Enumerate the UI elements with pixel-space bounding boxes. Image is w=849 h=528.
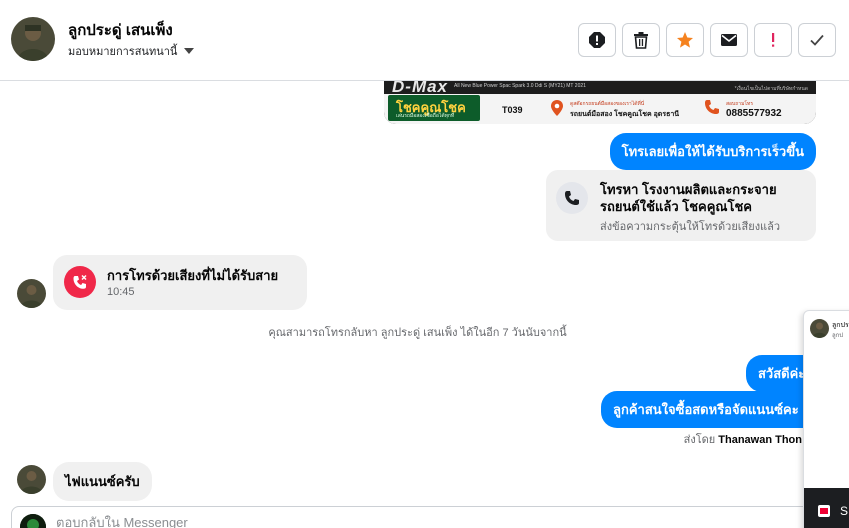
call-card-subtitle: ส่งข้อความกระตุ้นให้โทรด้วยเสียงแล้ว [600, 221, 781, 233]
star-button[interactable] [666, 23, 704, 57]
sent-by-name: Thanawan Thon [718, 434, 802, 446]
dealer-logo-sub: เล่นรถมือสองเชื่อถือได้ทุกที่ [396, 113, 455, 119]
banner-tagline: All New Blue Power Spac Spark 3.0 Ddi S … [454, 83, 586, 89]
banner-note: *เงื่อนไขเป็นไปตามที่บริษัทกำหนด [734, 86, 808, 92]
exclamation-icon [772, 33, 775, 47]
popup-contact-preview: ลูกป [832, 333, 844, 339]
message-bubble-outgoing[interactable]: ลูกค้าสนใจซื้อสดหรือจัดแนนซ์คะ [601, 391, 811, 428]
reply-composer [11, 506, 841, 528]
caret-down-icon [184, 48, 195, 54]
assign-conversation-dropdown[interactable]: มอบหมายการสนทนานี้ [68, 42, 195, 60]
follow-up-button[interactable] [754, 23, 792, 57]
banner-address-label: ดูสต๊อกรถยนต์มือสองของเราได้ที่นี่ [570, 101, 645, 107]
envelope-icon [721, 34, 737, 46]
conversation-header: ลูกประดู่ เสนเพ็ง มอบหมายการสนทนานี้ [0, 0, 849, 81]
popup-avatar [810, 319, 829, 338]
contact-avatar[interactable] [11, 17, 55, 61]
missed-call-icon-circle [64, 266, 96, 298]
car-code: T039 [502, 105, 523, 115]
phone-icon [565, 191, 579, 205]
mark-done-button[interactable] [798, 23, 836, 57]
banner-info-strip: โชคคูณโชค เล่นรถมือสองเชื่อถือได้ทุกที่ … [384, 94, 816, 124]
call-card-title: โทรหา โรงงานผลิตและกระจายรถยนต์ใช้แล้ว โ… [600, 182, 777, 214]
contact-avatar-small [17, 279, 46, 308]
call-card-icon-circle [556, 182, 588, 214]
phone-icon [705, 100, 719, 114]
banner-phone-label: สอบถามโทร [726, 101, 754, 107]
star-icon [677, 32, 693, 48]
contact-name: ลูกประดู่ เสนเพ็ง [68, 22, 173, 39]
contact-avatar-small [17, 465, 46, 494]
missed-call-card[interactable]: การโทรด้วยเสียงที่ไม่ได้รับสาย 10:45 [53, 255, 307, 310]
conversation-actions [578, 23, 836, 57]
mark-spam-button[interactable] [578, 23, 616, 57]
sent-by-label: ส่งโดย Thanawan Thon [684, 430, 802, 448]
trash-icon [634, 32, 648, 49]
sent-by-prefix: ส่งโดย [683, 434, 716, 446]
message-thread: D-Max All New Blue Power Spac Spark 3.0 … [0, 81, 849, 505]
reply-input[interactable] [56, 515, 656, 528]
check-icon [810, 34, 824, 46]
messenger-inbox-window: ลูกประดู่ เสนเพ็ง มอบหมายการสนทนานี้ D-M… [0, 0, 849, 528]
call-prompt-card[interactable]: โทรหา โรงงานผลิตและกระจายรถยนต์ใช้แล้ว โ… [546, 170, 816, 241]
missed-call-time: 10:45 [107, 286, 135, 298]
banner-address: รถยนต์มือสอง โชคคูณโชค อุดรธานี [570, 111, 680, 118]
missed-call-icon [73, 274, 87, 289]
mark-unread-button[interactable] [710, 23, 748, 57]
alert-octagon-icon [589, 32, 605, 48]
popup-taskbar: S [804, 488, 849, 528]
callback-notice: คุณสามารถโทรกลับหา ลูกประดู่ เสนเพ็ง ได้… [268, 327, 567, 339]
message-bubble-outgoing[interactable]: โทรเลยเพื่อให้ได้รับบริการเร็วขึ้น [609, 133, 816, 170]
taskbar-label: S [840, 504, 849, 518]
location-pin-icon [551, 100, 563, 116]
missed-call-title: การโทรด้วยเสียงที่ไม่ได้รับสาย [107, 268, 279, 283]
shared-image-banner[interactable]: D-Max All New Blue Power Spac Spark 3.0 … [384, 81, 816, 124]
banner-phone-number: 0885577932 [726, 108, 782, 119]
message-bubble-incoming[interactable]: ไฟแนนซ์ครับ [53, 462, 152, 501]
assign-label: มอบหมายการสนทนานี้ [68, 46, 178, 58]
chat-popup-panel[interactable]: ลูกประ ลูกป S [803, 310, 849, 528]
page-avatar [20, 514, 46, 528]
app-icon[interactable] [818, 505, 830, 517]
delete-button[interactable] [622, 23, 660, 57]
dealer-logo: โชคคูณโชค เล่นรถมือสองเชื่อถือได้ทุกที่ [388, 95, 480, 121]
